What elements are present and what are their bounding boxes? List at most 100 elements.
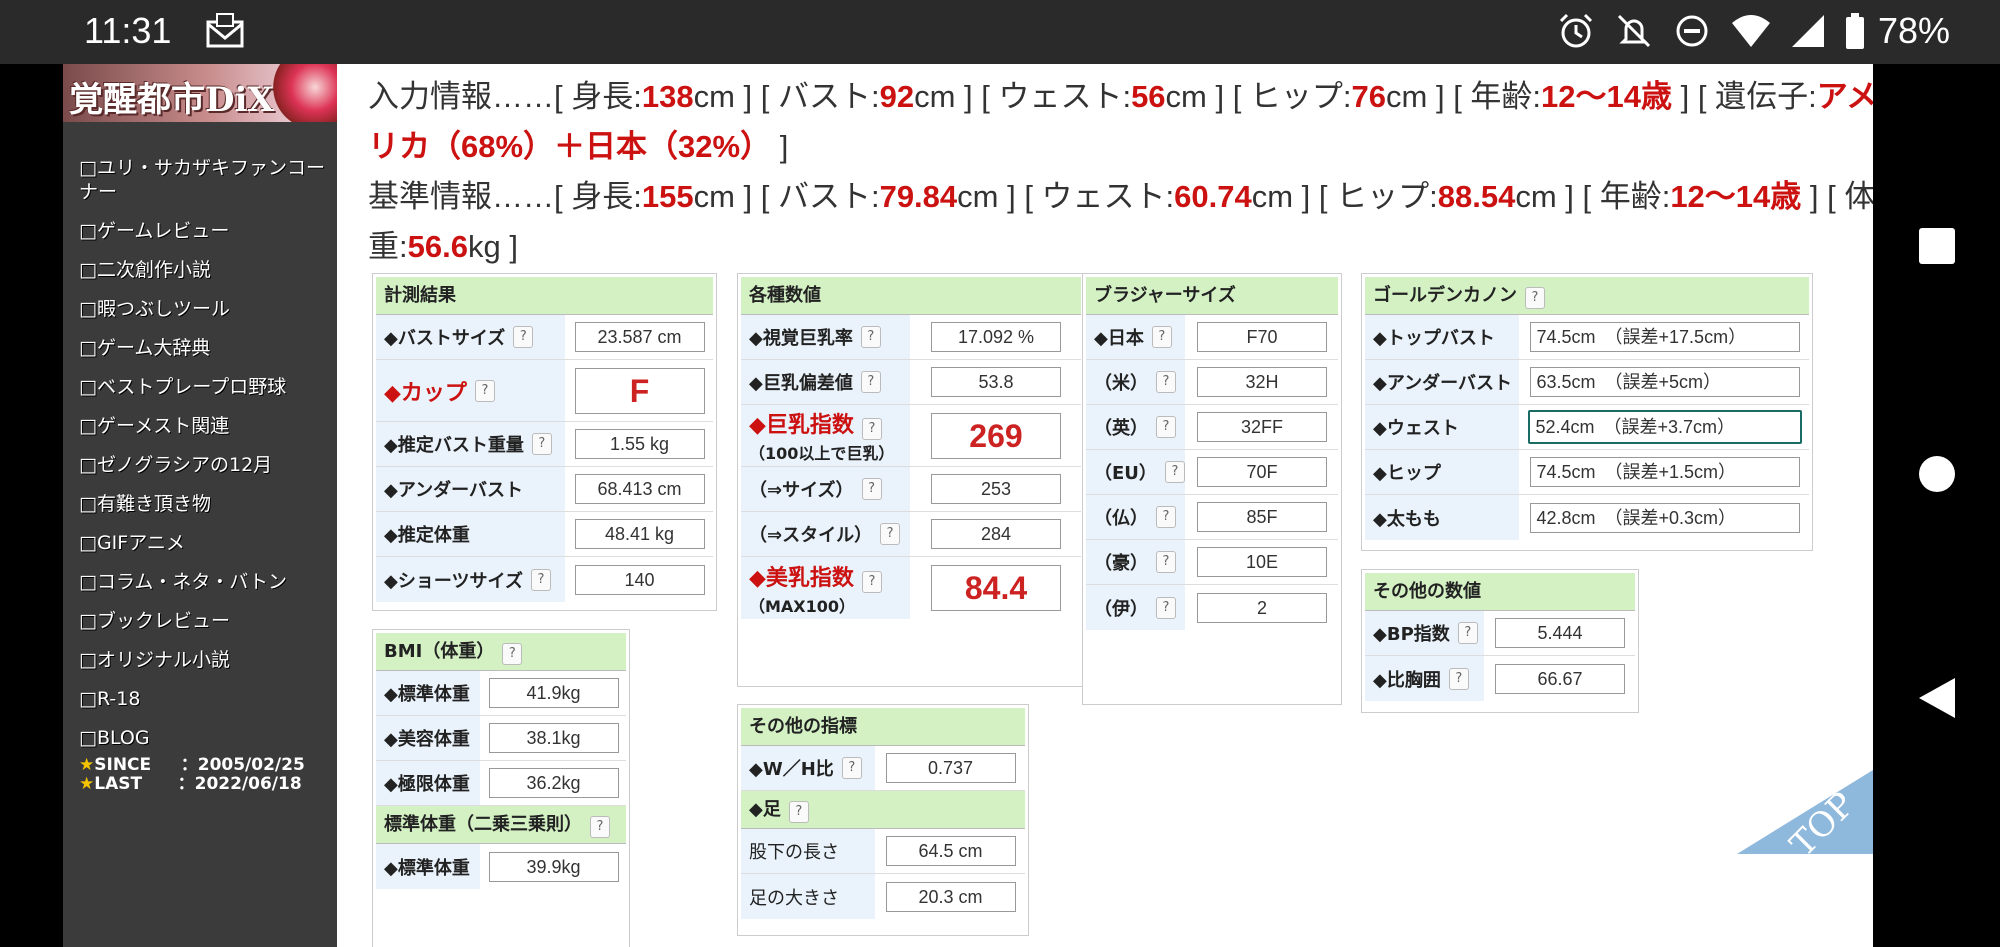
input-info-text: cm ] [ ヒップ: bbox=[1165, 79, 1352, 114]
bmi-row: ◆標準体重 41.9kg bbox=[376, 671, 626, 716]
foot-row: 股下の長さ 64.5 cm bbox=[741, 829, 1025, 874]
row-label: 股下の長さ bbox=[741, 829, 876, 873]
golden-row: ◆ウェスト 52.4cm （誤差+3.7cm） bbox=[1365, 405, 1809, 450]
help-button[interactable]: ? bbox=[1156, 596, 1176, 619]
back-button[interactable] bbox=[1873, 676, 2000, 720]
sidebar-item-blog[interactable]: □BLOG bbox=[79, 726, 329, 750]
waist-golden-value[interactable]: 52.4cm （誤差+3.7cm） bbox=[1527, 410, 1802, 444]
bmi-sub-title-bar: 標準体重（二乗三乗則）? bbox=[376, 806, 626, 844]
sidebar-item-tools[interactable]: □暇つぶしツール bbox=[79, 297, 329, 321]
home-icon bbox=[1918, 456, 1955, 492]
help-button[interactable]: ? bbox=[530, 568, 551, 591]
bra-us-value: 32H bbox=[1197, 367, 1327, 397]
sidebar-item-yuri[interactable]: □ユリ・サカザキファンコーナー bbox=[79, 156, 329, 204]
est-weight-value: 48.41 kg bbox=[574, 519, 705, 549]
sidebar-item-r18[interactable]: □R-18 bbox=[79, 687, 329, 711]
wh-ratio-value: 0.737 bbox=[885, 753, 1016, 783]
row-label: ◆ヒップ bbox=[1365, 450, 1520, 494]
row-label: （EU） bbox=[1094, 463, 1157, 484]
input-info-text: cm ] [ 年齢: bbox=[1386, 79, 1542, 114]
sidebar-item-xenoglossia[interactable]: □ゼノグラシアの12月 bbox=[79, 453, 329, 477]
android-navigation-bar bbox=[1873, 64, 2000, 947]
input-info-text: cm ] [ ウェスト: bbox=[914, 79, 1132, 114]
help-button[interactable]: ? bbox=[1164, 461, 1185, 483]
help-button[interactable]: ? bbox=[788, 801, 809, 823]
size-index-value: 253 bbox=[931, 474, 1061, 504]
base-info-text: 基準情報……[ 身長: bbox=[368, 179, 642, 214]
help-button[interactable]: ? bbox=[1151, 326, 1172, 348]
row-label: ◆巨乳偏差値 bbox=[749, 373, 853, 394]
help-button[interactable]: ? bbox=[1448, 667, 1469, 690]
big-index-value: 269 bbox=[931, 412, 1061, 459]
row-label: ◆美容体重 bbox=[376, 716, 481, 760]
help-button[interactable]: ? bbox=[861, 570, 882, 593]
star-icon: ★ bbox=[79, 774, 95, 794]
main-content: 入力情報……[ 身長:138cm ] [ バスト:92cm ] [ ウェスト:5… bbox=[337, 64, 1873, 947]
help-button[interactable]: ? bbox=[531, 433, 552, 455]
base-waist: 60.74 bbox=[1174, 179, 1252, 214]
bust-weight-value: 1.55 kg bbox=[574, 429, 705, 459]
sidebar-item-gifts[interactable]: □有難き頂き物 bbox=[79, 492, 329, 516]
bra-row: （EU）? 70F bbox=[1086, 450, 1338, 495]
recents-icon bbox=[1918, 228, 1955, 264]
other-index-title: その他の指標 bbox=[741, 708, 1025, 746]
sidebar-item-gif-anime[interactable]: □GIFアニメ bbox=[79, 531, 329, 555]
bp-index-value: 5.444 bbox=[1495, 618, 1625, 648]
help-button[interactable]: ? bbox=[841, 757, 862, 779]
sidebar-item-column[interactable]: □コラム・ネタ・バトン bbox=[79, 570, 329, 594]
row-label: ◆推定バスト重量 bbox=[384, 435, 524, 456]
help-button[interactable]: ? bbox=[860, 326, 881, 348]
status-bar: 11:31 78% bbox=[0, 0, 2000, 64]
beauty-weight-value: 38.1kg bbox=[488, 723, 619, 753]
base-bust: 79.84 bbox=[879, 179, 958, 214]
help-button[interactable]: ? bbox=[1156, 416, 1176, 438]
input-gene: リカ（68%）＋日本（32%） bbox=[368, 129, 772, 164]
sidebar-item-gamest[interactable]: □ゲーメスト関連 bbox=[79, 414, 329, 438]
help-button[interactable]: ? bbox=[502, 643, 523, 665]
sidebar-item-book-review[interactable]: □ブックレビュー bbox=[79, 609, 329, 633]
help-button[interactable]: ? bbox=[1525, 287, 1545, 309]
help-button[interactable]: ? bbox=[880, 523, 901, 545]
row-label: ◆ショーツサイズ bbox=[384, 570, 523, 592]
sidebar-item-game-dictionary[interactable]: □ゲーム大辞典 bbox=[79, 336, 329, 360]
sidebar-item-game-review[interactable]: □ゲームレビュー bbox=[79, 219, 329, 243]
last-label: LAST bbox=[94, 774, 143, 794]
sidebar-item-fan-fiction[interactable]: □二次創作小説 bbox=[79, 258, 329, 282]
help-button[interactable]: ? bbox=[860, 371, 881, 393]
other-values-panel: その他の数値 ◆BP指数? 5.444 ◆比胸囲? 66.67 bbox=[1361, 569, 1639, 713]
help-button[interactable]: ? bbox=[861, 478, 882, 500]
measure-row: ◆推定体重 48.41 kg bbox=[376, 512, 713, 557]
site-dates: ★SINCE ：2005/02/25 ★LAST ：2022/06/18 bbox=[79, 756, 305, 794]
row-label: ◆美乳指数 bbox=[749, 565, 854, 591]
row-label: ◆巨乳指数 bbox=[749, 413, 854, 438]
help-button[interactable]: ? bbox=[1156, 371, 1176, 393]
limit-weight-value: 36.2kg bbox=[488, 768, 619, 798]
bra-panel: ブラジャーサイズ ◆日本? F70 （米）? 32H （英）? 32FF （EU）? 7… bbox=[1082, 273, 1342, 705]
help-button[interactable]: ? bbox=[1156, 506, 1176, 528]
base-info-text: ] [ 体 bbox=[1801, 179, 1873, 214]
various-row: （⇒サイズ）? 253 bbox=[741, 467, 1081, 512]
help-button[interactable]: ? bbox=[513, 326, 534, 348]
row-label: ◆ウェスト bbox=[1365, 405, 1520, 449]
help-button[interactable]: ? bbox=[861, 418, 882, 440]
foot-title-bar: ◆足? bbox=[741, 791, 1025, 829]
input-hip: 76 bbox=[1351, 79, 1387, 114]
thigh-golden-value: 42.8cm （誤差+0.3cm） bbox=[1529, 502, 1800, 533]
sidebar-item-baseball[interactable]: □ベストプレープロ野球 bbox=[79, 375, 329, 399]
home-button[interactable] bbox=[1873, 454, 2000, 494]
sidebar-item-original-novel[interactable]: □オリジナル小説 bbox=[79, 648, 329, 672]
help-button[interactable]: ? bbox=[474, 379, 495, 402]
site-logo[interactable]: 覚醒都市DiX bbox=[63, 64, 353, 122]
since-label: SINCE bbox=[94, 755, 152, 775]
back-to-top-button[interactable]: TOP bbox=[1737, 704, 1873, 854]
bra-row: （英）? 32FF bbox=[1086, 405, 1338, 450]
help-button[interactable]: ? bbox=[1156, 551, 1176, 573]
recents-button[interactable] bbox=[1873, 226, 2000, 266]
bra-row: （伊）? 2 bbox=[1086, 585, 1338, 630]
help-button[interactable]: ? bbox=[1457, 622, 1478, 644]
base-hip: 88.54 bbox=[1437, 179, 1516, 214]
row-label: （英） bbox=[1094, 418, 1148, 439]
measure-title: 計測結果 bbox=[376, 277, 713, 315]
bra-title: ブラジャーサイズ bbox=[1086, 277, 1338, 315]
help-button[interactable]: ? bbox=[590, 816, 610, 838]
